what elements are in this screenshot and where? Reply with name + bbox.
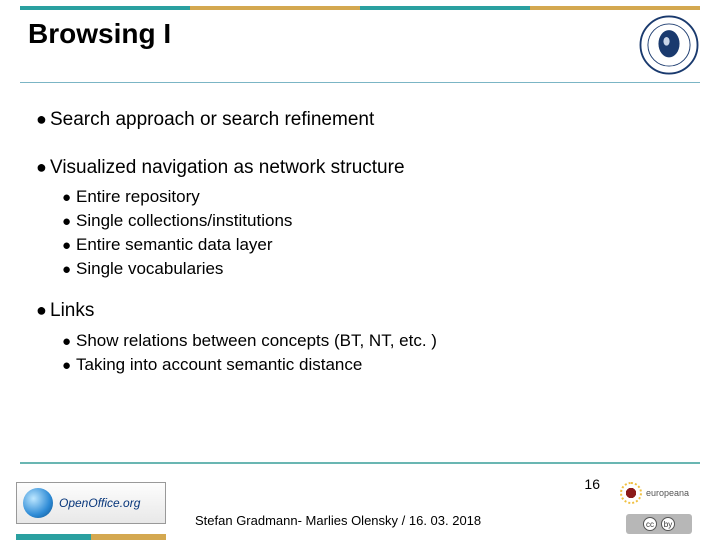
bullet-text: Show relations between concepts (BT, NT,…	[76, 331, 437, 350]
page-number: 16	[584, 476, 600, 492]
bullet-level2: ●Single collections/institutions	[62, 210, 692, 233]
bullet-dot-icon: ●	[62, 236, 76, 256]
bullet-level2: ●Entire repository	[62, 186, 692, 209]
bullet-dot-icon: ●	[62, 356, 76, 376]
bullet-text: Search approach or search refinement	[50, 109, 374, 130]
openoffice-logo-icon	[23, 488, 53, 518]
slide-title: Browsing I	[28, 18, 638, 50]
cc-icon: cc	[643, 517, 657, 531]
bullet-level1: ●Visualized navigation as network struct…	[36, 155, 692, 181]
bullet-dot-icon: ●	[36, 155, 50, 179]
bullet-dot-icon: ●	[62, 212, 76, 232]
bullet-level2: ●Entire semantic data layer	[62, 234, 692, 257]
bullet-text: Entire semantic data layer	[76, 235, 273, 254]
bullet-text: Entire repository	[76, 187, 200, 206]
footer: OpenOffice.org Stefan Gradmann- Marlies …	[0, 464, 720, 546]
footer-decorative-bar	[16, 534, 166, 540]
europeana-label: europeana	[646, 488, 689, 498]
openoffice-label: OpenOffice.org	[59, 496, 140, 510]
bullet-level2: ●Single vocabularies	[62, 258, 692, 281]
university-seal-icon	[638, 14, 700, 76]
cc-license-badge: cc by	[626, 514, 692, 534]
openoffice-badge: OpenOffice.org	[16, 482, 166, 524]
bullet-level1: ●Links	[36, 298, 692, 324]
bullet-text: Single vocabularies	[76, 259, 223, 278]
bullet-level2: ●Taking into account semantic distance	[62, 354, 692, 377]
footer-credit: Stefan Gradmann- Marlies Olensky / 16. 0…	[195, 513, 481, 528]
europeana-icon	[620, 482, 642, 504]
bullet-dot-icon: ●	[36, 107, 50, 131]
bullet-text: Links	[50, 300, 94, 321]
bullet-dot-icon: ●	[62, 332, 76, 352]
bullet-text: Visualized navigation as network structu…	[50, 157, 405, 178]
bullet-level1: ●Search approach or search refinement	[36, 107, 692, 133]
cc-by-icon: by	[661, 517, 675, 531]
bullet-dot-icon: ●	[62, 260, 76, 280]
bullet-text: Taking into account semantic distance	[76, 355, 362, 374]
bullet-dot-icon: ●	[62, 188, 76, 208]
europeana-logo: europeana	[620, 480, 692, 506]
slide-body: ●Search approach or search refinement ●V…	[0, 83, 720, 377]
bullet-dot-icon: ●	[36, 298, 50, 322]
bullet-text: Single collections/institutions	[76, 211, 292, 230]
title-row: Browsing I	[0, 10, 720, 76]
bullet-level2: ●Show relations between concepts (BT, NT…	[62, 330, 692, 353]
